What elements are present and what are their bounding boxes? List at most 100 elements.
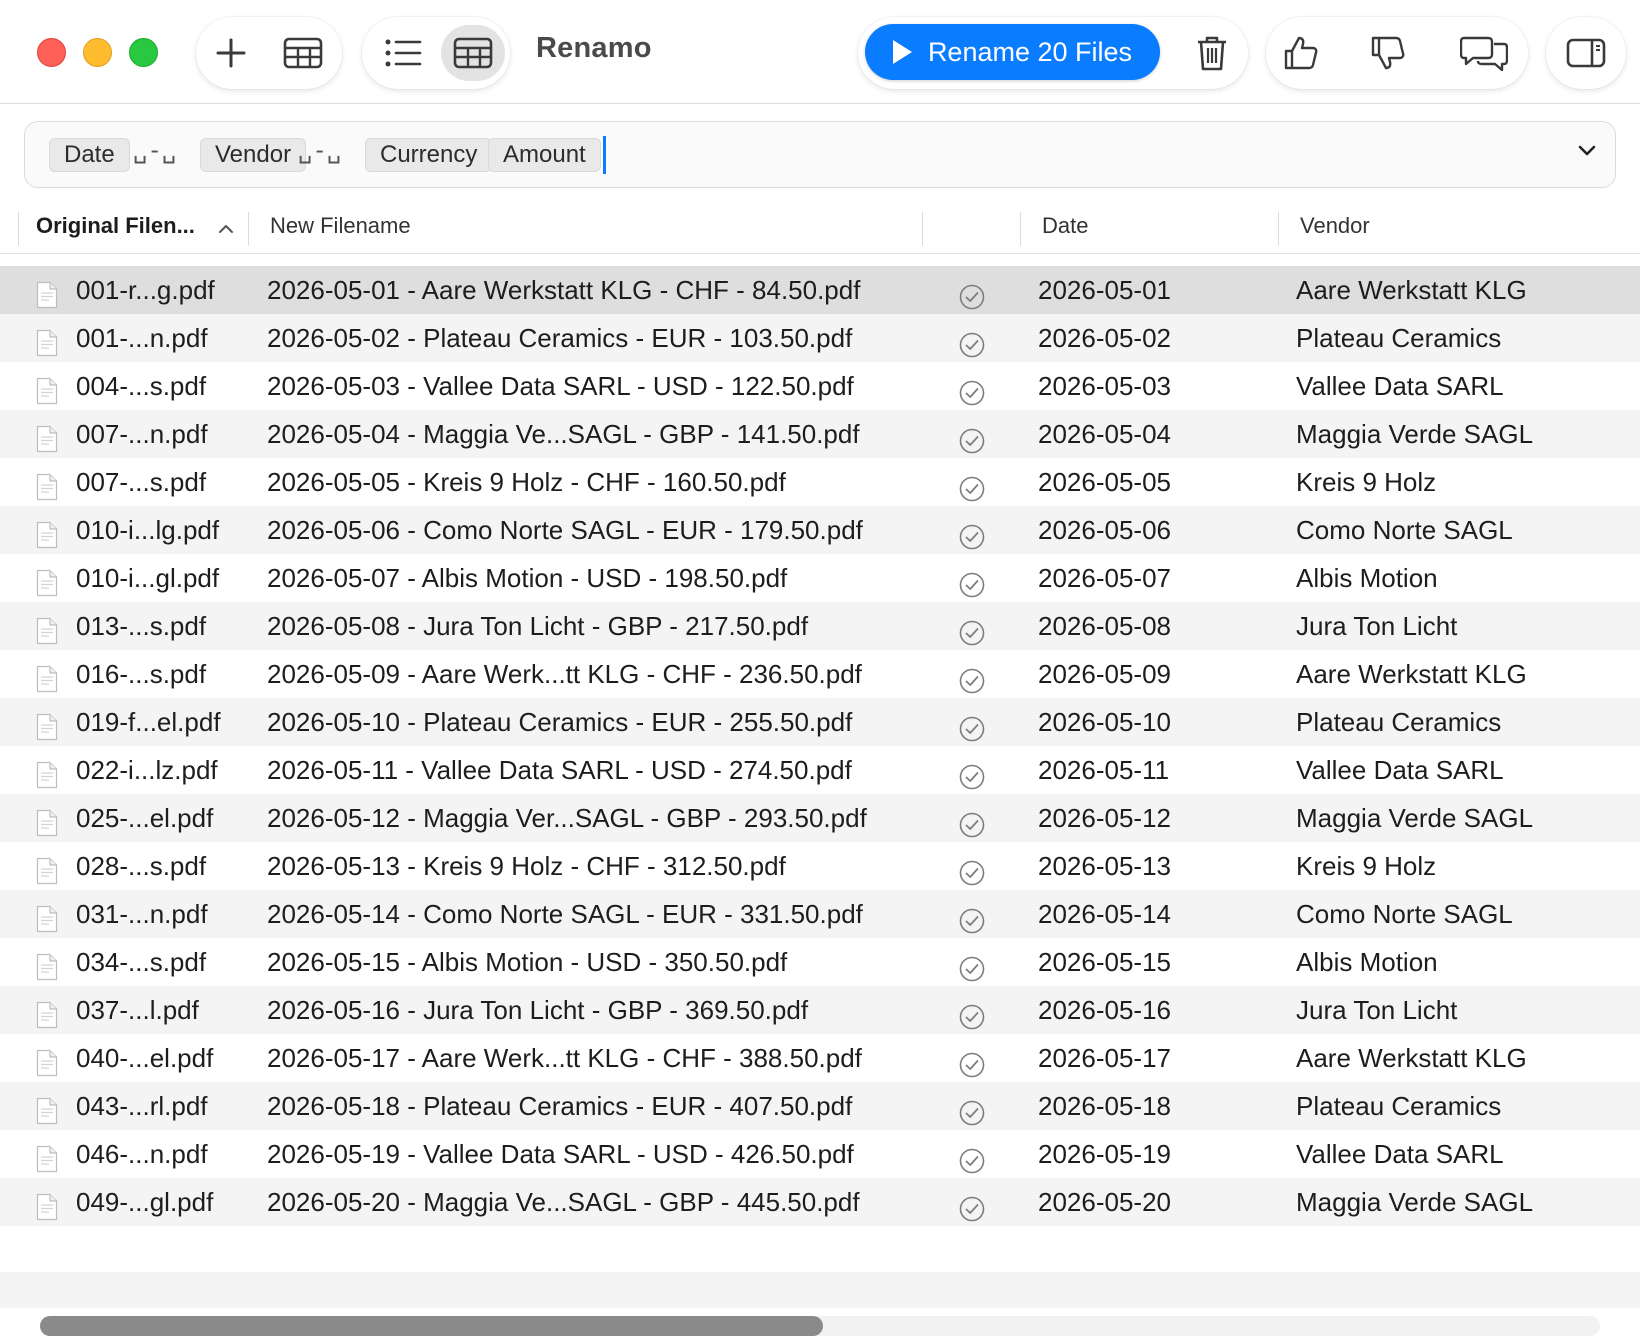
check-circle-icon — [959, 1093, 985, 1126]
table-row[interactable]: 004-...s.pdf 2026-05-03 - Vallee Data SAR… — [0, 362, 1640, 410]
new-filename-cell: 2026-05-18 - Plateau Ceramics - EUR - 40… — [267, 1091, 853, 1121]
table-row[interactable]: 040-...el.pdf 2026-05-17 - Aare Werk...tt… — [0, 1034, 1640, 1082]
close-window-button[interactable] — [37, 38, 66, 67]
table-row[interactable]: 037-...l.pdf 2026-05-16 - Jura Ton Licht … — [0, 986, 1640, 1034]
table-row[interactable]: 046-...n.pdf 2026-05-19 - Vallee Data SAR… — [0, 1130, 1640, 1178]
rename-files-button[interactable]: Rename 20 Files — [865, 24, 1160, 80]
pdf-file-icon — [36, 612, 58, 645]
pdf-file-icon — [36, 900, 58, 933]
original-filename-cell: 037-...l.pdf — [76, 995, 199, 1025]
original-filename-cell: 001-...n.pdf — [76, 323, 208, 353]
table-row[interactable]: 022-i...lz.pdf 2026-05-11 - Vallee Data S… — [0, 746, 1640, 794]
pdf-file-icon — [36, 756, 58, 789]
date-cell: 2026-05-09 — [1038, 659, 1171, 689]
date-cell: 2026-05-18 — [1038, 1091, 1171, 1121]
pdf-file-icon — [36, 564, 58, 597]
thumbs-down-icon[interactable] — [1360, 17, 1416, 89]
check-circle-icon — [959, 277, 985, 310]
vendor-cell: Kreis 9 Holz — [1296, 851, 1437, 881]
table-row[interactable]: 013-...s.pdf 2026-05-08 - Jura Ton Licht … — [0, 602, 1640, 650]
table-row[interactable]: 007-...s.pdf 2026-05-05 - Kreis 9 Holz - … — [0, 458, 1640, 506]
table-row[interactable]: 019-f...el.pdf 2026-05-10 - Plateau Ceram… — [0, 698, 1640, 746]
pdf-file-icon — [36, 276, 58, 309]
trash-icon[interactable] — [1184, 17, 1240, 89]
minimize-window-button[interactable] — [83, 38, 112, 67]
pdf-file-icon — [36, 660, 58, 693]
original-filename-cell: 031-...n.pdf — [76, 899, 208, 929]
table-row[interactable]: 016-...s.pdf 2026-05-09 - Aare Werk...tt … — [0, 650, 1640, 698]
date-cell: 2026-05-06 — [1038, 515, 1171, 545]
token-amount[interactable]: Amount — [488, 138, 601, 172]
pdf-file-icon — [36, 708, 58, 741]
table-row[interactable]: 001-r...g.pdf 2026-05-01 - Aare Werkstatt… — [0, 266, 1640, 314]
column-divider[interactable] — [922, 212, 923, 246]
token-currency[interactable]: Currency — [365, 138, 493, 172]
chat-icon[interactable] — [1456, 17, 1512, 89]
filename-template-field[interactable]: Date ␣-␣ Vendor ␣-␣ Currency Amount — [24, 121, 1616, 188]
pdf-file-icon — [36, 1092, 58, 1125]
original-filename-cell: 007-...n.pdf — [76, 419, 208, 449]
token-date[interactable]: Date — [49, 138, 130, 172]
table-row[interactable]: 031-...n.pdf 2026-05-14 - Como Norte SAGL… — [0, 890, 1640, 938]
sidebar-icon[interactable] — [1558, 17, 1614, 89]
column-header-new[interactable]: New Filename — [270, 213, 411, 239]
column-divider[interactable] — [1020, 212, 1021, 246]
table-row[interactable]: 001-...n.pdf 2026-05-02 - Plateau Ceramic… — [0, 314, 1640, 362]
plus-icon[interactable] — [203, 17, 259, 89]
table-row[interactable]: 034-...s.pdf 2026-05-15 - Albis Motion - … — [0, 938, 1640, 986]
pdf-file-icon — [36, 420, 58, 453]
sort-ascending-icon[interactable] — [218, 222, 234, 240]
date-cell: 2026-05-17 — [1038, 1043, 1171, 1073]
pdf-file-icon — [36, 852, 58, 885]
list-icon[interactable] — [375, 17, 431, 89]
new-filename-cell: 2026-05-12 - Maggia Ver...SAGL - GBP - 2… — [267, 803, 867, 833]
table-row[interactable]: 049-...gl.pdf 2026-05-20 - Maggia Ve...SA… — [0, 1178, 1640, 1226]
vendor-cell: Maggia Verde SAGL — [1296, 419, 1534, 449]
check-circle-icon — [959, 469, 985, 502]
column-header-date[interactable]: Date — [1042, 213, 1088, 239]
thumbs-up-icon[interactable] — [1273, 17, 1329, 89]
token-separator[interactable]: ␣-␣ — [298, 136, 341, 164]
table-row[interactable]: 010-i...lg.pdf 2026-05-06 - Como Norte SA… — [0, 506, 1640, 554]
vendor-cell: Aare Werkstatt KLG — [1296, 275, 1527, 305]
chevron-down-icon[interactable] — [1577, 144, 1597, 163]
original-filename-cell: 010-i...lg.pdf — [76, 515, 220, 545]
check-circle-icon — [959, 853, 985, 886]
horizontal-scrollbar-thumb[interactable] — [40, 1316, 823, 1336]
pdf-file-icon — [36, 468, 58, 501]
pdf-file-icon — [36, 1140, 58, 1173]
vendor-cell: Maggia Verde SAGL — [1296, 1187, 1534, 1217]
check-circle-icon — [959, 757, 985, 790]
new-filename-cell: 2026-05-10 - Plateau Ceramics - EUR - 25… — [267, 707, 853, 737]
token-vendor[interactable]: Vendor — [200, 138, 307, 172]
zoom-window-button[interactable] — [129, 38, 158, 67]
column-divider[interactable] — [248, 212, 249, 246]
check-circle-icon — [959, 517, 985, 550]
check-circle-icon — [959, 901, 985, 934]
column-divider[interactable] — [1278, 212, 1279, 246]
table-icon[interactable] — [275, 17, 331, 89]
pdf-file-icon — [36, 324, 58, 357]
table-row[interactable]: 007-...n.pdf 2026-05-04 - Maggia Ve...SAG… — [0, 410, 1640, 458]
vendor-cell: Albis Motion — [1296, 563, 1438, 593]
table-row[interactable]: 025-...el.pdf 2026-05-12 - Maggia Ver...S… — [0, 794, 1640, 842]
date-cell: 2026-05-11 — [1038, 755, 1170, 785]
check-circle-icon — [959, 565, 985, 598]
table-row[interactable]: 043-...rl.pdf 2026-05-18 - Plateau Cerami… — [0, 1082, 1640, 1130]
column-header-original[interactable]: Original Filen... — [36, 213, 195, 239]
column-header-vendor[interactable]: Vendor — [1300, 213, 1370, 239]
column-divider[interactable] — [18, 212, 19, 246]
vendor-cell: Jura Ton Licht — [1296, 995, 1458, 1025]
new-filename-cell: 2026-05-06 - Como Norte SAGL - EUR - 179… — [267, 515, 863, 545]
new-filename-cell: 2026-05-04 - Maggia Ve...SAGL - GBP - 14… — [267, 419, 860, 449]
table-row[interactable]: 028-...s.pdf 2026-05-13 - Kreis 9 Holz - … — [0, 842, 1640, 890]
table-row[interactable]: 010-i...gl.pdf 2026-05-07 - Albis Motion … — [0, 554, 1640, 602]
grid-icon[interactable] — [445, 17, 501, 89]
vendor-cell: Como Norte SAGL — [1296, 899, 1513, 929]
check-circle-icon — [959, 709, 985, 742]
token-separator[interactable]: ␣-␣ — [133, 136, 176, 164]
original-filename-cell: 049-...gl.pdf — [76, 1187, 214, 1217]
original-filename-cell: 016-...s.pdf — [76, 659, 207, 689]
check-circle-icon — [959, 373, 985, 406]
original-filename-cell: 025-...el.pdf — [76, 803, 214, 833]
